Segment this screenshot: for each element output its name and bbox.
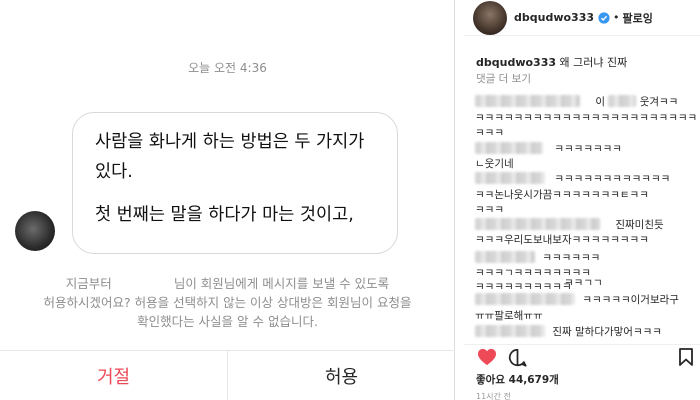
comment-text: 진짜미친듯 — [615, 219, 664, 231]
comment-text: ㅋㅋㅋ우리도보내보자ㅋㅋㅋㅋㅋㅋㅋㅋ — [475, 234, 649, 246]
following-button[interactable]: 팔로잉 — [623, 10, 653, 26]
comment-text: ㅠㅠ팔로해ㅠㅠ — [475, 310, 543, 322]
heart-icon[interactable] — [477, 348, 497, 366]
post-header: dbqudwo333 • 팔로잉 — [464, 0, 700, 36]
message-bubble: 사람을 화나게 하는 방법은 두 가지가 있다. 첫 번째는 말을 하다가 마는… — [72, 112, 398, 254]
comment-text: ㄴ웃기네 — [475, 158, 514, 170]
message-line: 첫 번째는 말을 하다가 마는 것이고, — [95, 205, 354, 225]
instagram-post-panel: dbqudwo333 • 팔로잉 dbqudwo333 왜 그러냐 진짜 댓글 … — [464, 0, 700, 400]
message-line: 있다. — [95, 162, 133, 182]
comment-text: ㅋㅋㅋㅋㅋㅋ — [542, 252, 601, 264]
comment-text: ㅋㅋㅋㅋㅋㅋㅋㅋㅋㅋㅋㅋ — [554, 173, 671, 185]
blurred-username — [475, 293, 575, 305]
comment-text: ㅋㅋㄱㄱ — [564, 277, 603, 289]
blurred-username — [475, 251, 535, 263]
sender-avatar[interactable] — [15, 211, 55, 251]
comment-text: ㅋㅋㅋ — [475, 204, 504, 216]
post-caption: dbqudwo333 왜 그러냐 진짜 — [476, 54, 627, 70]
comment: ㅋㅋㅋㅋㅋ이거보라구 — [475, 293, 679, 307]
post-author-avatar[interactable] — [473, 0, 507, 35]
comment: ㅋㅋㅋㅋㅋㅋㅋ — [475, 142, 622, 156]
comment-text: 웃겨ㅋㅋ — [639, 96, 679, 108]
request-text: 님이 회원님에게 메시지를 보낼 수 있도록 — [173, 276, 390, 291]
caption-username[interactable]: dbqudwo333 — [476, 56, 556, 69]
like-count[interactable]: 좋아요 44,679개 — [476, 372, 559, 387]
blurred-username — [475, 142, 543, 154]
comment-text: ㅋㅋㅋㅋㅋㅋㅋㅋㅋㅋ — [475, 281, 572, 293]
comment-text: ㅋㅋㅋㅋㅋ이거보라구 — [582, 294, 679, 306]
bookmark-icon[interactable] — [679, 348, 693, 366]
decline-button[interactable]: 거절 — [0, 351, 228, 400]
message-line: 사람을 화나게 하는 방법은 두 가지가 — [95, 132, 365, 152]
blurred-username — [475, 218, 600, 230]
dm-request-panel: 오늘 오전 4:36 사람을 화나게 하는 방법은 두 가지가 있다. 첫 번째… — [0, 0, 455, 400]
comment-text: 진짜 말하다가맣어ㅋㅋㅋ — [552, 326, 662, 338]
verified-badge-icon — [598, 11, 610, 24]
blurred-username — [475, 325, 545, 337]
message-timestamp: 오늘 오전 4:36 — [188, 61, 267, 75]
post-timestamp: 11시간 전 — [476, 392, 511, 400]
comment-text: ㅋㅋ논나웃시가끔ㅋㅋㅋㅋㅋㅋㅋㅌㅋㅋ — [475, 189, 649, 201]
comment: 진짜미친듯 — [475, 218, 664, 232]
blurred-text — [608, 95, 637, 107]
post-username[interactable]: dbqudwo333 — [514, 11, 594, 24]
request-actions: 거절 허용 — [0, 350, 455, 400]
blurred-username — [475, 95, 580, 107]
comment: 진짜 말하다가맣어ㅋㅋㅋ — [475, 325, 662, 339]
request-text: 지금부터 — [65, 276, 112, 291]
separator-dot: • — [613, 11, 620, 24]
comment-text: 이 — [595, 96, 606, 108]
comment: ㅋㅋㅋㅋㅋㅋㅋㅋㅋㅋㅋㅋ — [475, 172, 670, 186]
request-text: 확인했다는 사실을 알 수 없습니다. — [137, 314, 318, 329]
comment-text: ㅋㅋㅋㅋㅋㅋㅋㅋㅋㅋㅋㅋㅋㅋㅋㅋㅋㅋㅋㅋㅋㅋㅋ — [475, 112, 698, 124]
accept-button[interactable]: 허용 — [228, 351, 455, 400]
comment: 이 웃겨ㅋㅋ — [475, 95, 678, 109]
comment: ㅋㅋㅋㅋㅋㅋ — [475, 251, 600, 265]
caption-text: 왜 그러냐 진짜 — [559, 56, 628, 69]
comment-text: ㅋㅋㅋ — [475, 127, 504, 139]
blurred-username — [475, 172, 545, 184]
request-text: 허용하시겠어요? 허용을 선택하지 않는 이상 상대방은 회원님이 요청을 — [43, 295, 412, 310]
post-actions-bar — [464, 344, 700, 368]
message-request-notice: 지금부터 님이 회원님에게 메시지를 보낼 수 있도록 허용하시겠어요? 허용을 … — [20, 274, 435, 331]
comment-icon[interactable] — [508, 348, 527, 367]
comment-text: ㅋㅋㅋㅋㅋㅋㅋ — [554, 143, 622, 155]
view-more-comments-link[interactable]: 댓글 더 보기 — [476, 71, 531, 86]
